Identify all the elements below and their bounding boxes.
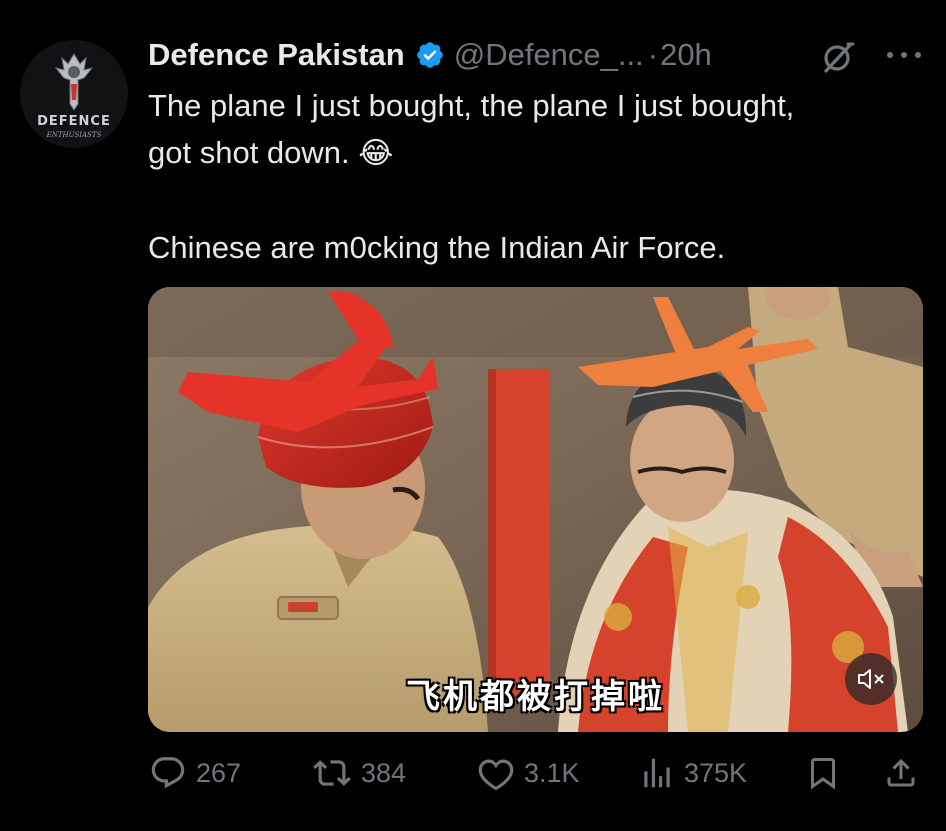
video-frame xyxy=(148,287,923,732)
bookmark-icon xyxy=(811,758,835,790)
reply-count: 267 xyxy=(196,757,242,788)
avatar-logo-subtext: ENTHUSIASTS xyxy=(46,131,102,139)
tweet-text-fragment: got shot down. xyxy=(148,135,350,170)
tweet-text-line: got shot down. 😂 xyxy=(148,129,928,177)
verified-badge-icon[interactable] xyxy=(415,40,445,70)
tweet-header: Defence Pakistan @Defence_... · 20h xyxy=(148,33,712,77)
reply-button[interactable]: 267 xyxy=(148,752,241,794)
reply-icon xyxy=(151,757,185,789)
views-button[interactable]: 375K xyxy=(638,752,747,794)
more-icon[interactable] xyxy=(884,42,924,68)
tweet-text-line: The plane I just bought, the plane I jus… xyxy=(148,88,795,123)
share-button[interactable] xyxy=(883,752,919,794)
grok-icon[interactable] xyxy=(820,41,856,73)
bookmark-button[interactable] xyxy=(805,752,841,794)
views-count: 375K xyxy=(684,757,748,788)
like-count: 3.1K xyxy=(524,757,580,788)
timestamp[interactable]: 20h xyxy=(660,37,712,73)
like-button[interactable]: 3.1K xyxy=(476,752,580,794)
tweet-text: The plane I just bought, the plane I jus… xyxy=(148,82,928,271)
repost-icon xyxy=(313,760,351,786)
user-handle[interactable]: @Defence_... xyxy=(454,37,644,73)
avatar[interactable]: DEFENCE ENTHUSIASTS xyxy=(20,40,128,148)
video-player[interactable]: 飞机都被打掉啦 xyxy=(148,287,923,732)
video-subtitle: 飞机都被打掉啦 xyxy=(406,677,665,717)
mute-button[interactable] xyxy=(845,653,897,705)
avatar-logo-text: DEFENCE xyxy=(37,114,111,129)
views-icon xyxy=(644,758,670,788)
heart-icon xyxy=(478,759,514,791)
laughing-emoji: 😂 xyxy=(358,137,394,170)
share-icon xyxy=(887,758,915,787)
skull-emblem-icon xyxy=(54,53,94,111)
separator-dot: · xyxy=(647,37,659,72)
repost-count: 384 xyxy=(361,757,407,788)
repost-button[interactable]: 384 xyxy=(311,752,406,794)
display-name[interactable]: Defence Pakistan xyxy=(148,37,405,73)
volume-muted-icon xyxy=(858,669,884,689)
tweet-text-line: Chinese are m0cking the Indian Air Force… xyxy=(148,230,726,265)
action-bar: 267 384 3.1K 375K xyxy=(148,752,928,794)
tweet: DEFENCE ENTHUSIASTS Defence Pakistan @De… xyxy=(0,0,946,831)
